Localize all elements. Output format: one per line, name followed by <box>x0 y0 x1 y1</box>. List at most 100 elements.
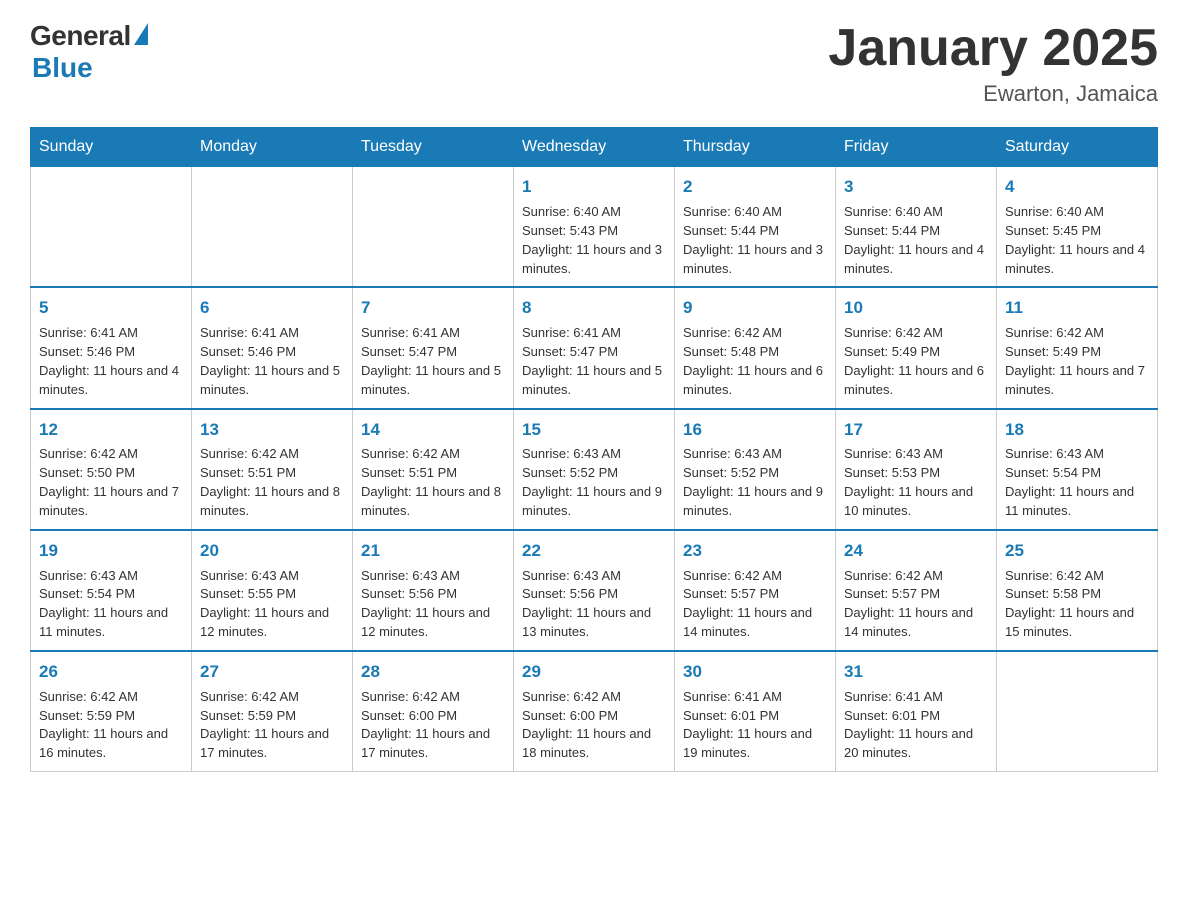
day-info: Sunrise: 6:41 AM Sunset: 5:46 PM Dayligh… <box>200 324 344 399</box>
day-info: Sunrise: 6:43 AM Sunset: 5:52 PM Dayligh… <box>683 445 827 520</box>
day-info: Sunrise: 6:43 AM Sunset: 5:55 PM Dayligh… <box>200 567 344 642</box>
day-info: Sunrise: 6:42 AM Sunset: 5:48 PM Dayligh… <box>683 324 827 399</box>
calendar-cell: 14 Sunrise: 6:42 AM Sunset: 5:51 PM Dayli… <box>353 409 514 530</box>
day-info: Sunrise: 6:43 AM Sunset: 5:52 PM Dayligh… <box>522 445 666 520</box>
logo-general-text: General <box>30 20 131 52</box>
day-info: Sunrise: 6:43 AM Sunset: 5:53 PM Dayligh… <box>844 445 988 520</box>
day-number: 21 <box>361 539 505 563</box>
day-info: Sunrise: 6:41 AM Sunset: 5:47 PM Dayligh… <box>361 324 505 399</box>
day-info: Sunrise: 6:41 AM Sunset: 5:46 PM Dayligh… <box>39 324 183 399</box>
day-number: 9 <box>683 296 827 320</box>
day-info: Sunrise: 6:43 AM Sunset: 5:54 PM Dayligh… <box>39 567 183 642</box>
calendar-cell <box>997 651 1158 772</box>
calendar-header-row: SundayMondayTuesdayWednesdayThursdayFrid… <box>31 128 1158 167</box>
day-info: Sunrise: 6:43 AM Sunset: 5:54 PM Dayligh… <box>1005 445 1149 520</box>
day-info: Sunrise: 6:42 AM Sunset: 5:59 PM Dayligh… <box>200 688 344 763</box>
calendar-cell: 23 Sunrise: 6:42 AM Sunset: 5:57 PM Dayli… <box>675 530 836 651</box>
calendar-cell: 18Sunrise: 6:43 AM Sunset: 5:54 PM Dayli… <box>997 409 1158 530</box>
day-number: 6 <box>200 296 344 320</box>
calendar-cell: 8 Sunrise: 6:41 AM Sunset: 5:47 PM Daylig… <box>514 287 675 408</box>
day-info: Sunrise: 6:41 AM Sunset: 6:01 PM Dayligh… <box>683 688 827 763</box>
calendar-cell: 11Sunrise: 6:42 AM Sunset: 5:49 PM Dayli… <box>997 287 1158 408</box>
calendar-week-row: 1Sunrise: 6:40 AM Sunset: 5:43 PM Daylig… <box>31 167 1158 288</box>
day-info: Sunrise: 6:42 AM Sunset: 5:51 PM Dayligh… <box>200 445 344 520</box>
day-number: 2 <box>683 175 827 199</box>
calendar-cell: 15 Sunrise: 6:43 AM Sunset: 5:52 PM Dayli… <box>514 409 675 530</box>
day-number: 23 <box>683 539 827 563</box>
day-number: 28 <box>361 660 505 684</box>
day-info: Sunrise: 6:41 AM Sunset: 5:47 PM Dayligh… <box>522 324 666 399</box>
calendar-cell: 17Sunrise: 6:43 AM Sunset: 5:53 PM Dayli… <box>836 409 997 530</box>
calendar-cell: 25Sunrise: 6:42 AM Sunset: 5:58 PM Dayli… <box>997 530 1158 651</box>
day-info: Sunrise: 6:42 AM Sunset: 5:57 PM Dayligh… <box>683 567 827 642</box>
logo: General Blue <box>30 20 148 84</box>
header-day-sunday: Sunday <box>31 128 192 167</box>
calendar-cell: 1Sunrise: 6:40 AM Sunset: 5:43 PM Daylig… <box>514 167 675 288</box>
day-info: Sunrise: 6:42 AM Sunset: 5:57 PM Dayligh… <box>844 567 988 642</box>
day-info: Sunrise: 6:41 AM Sunset: 6:01 PM Dayligh… <box>844 688 988 763</box>
calendar-week-row: 26Sunrise: 6:42 AM Sunset: 5:59 PM Dayli… <box>31 651 1158 772</box>
day-number: 3 <box>844 175 988 199</box>
calendar-cell: 2 Sunrise: 6:40 AM Sunset: 5:44 PM Daylig… <box>675 167 836 288</box>
day-info: Sunrise: 6:42 AM Sunset: 5:49 PM Dayligh… <box>1005 324 1149 399</box>
day-number: 12 <box>39 418 183 442</box>
day-number: 22 <box>522 539 666 563</box>
day-number: 14 <box>361 418 505 442</box>
calendar-cell: 27Sunrise: 6:42 AM Sunset: 5:59 PM Dayli… <box>192 651 353 772</box>
day-number: 25 <box>1005 539 1149 563</box>
day-number: 16 <box>683 418 827 442</box>
day-number: 20 <box>200 539 344 563</box>
day-number: 29 <box>522 660 666 684</box>
page-title: January 2025 <box>828 20 1158 77</box>
day-info: Sunrise: 6:42 AM Sunset: 5:49 PM Dayligh… <box>844 324 988 399</box>
day-number: 24 <box>844 539 988 563</box>
day-info: Sunrise: 6:42 AM Sunset: 6:00 PM Dayligh… <box>361 688 505 763</box>
calendar-cell: 29 Sunrise: 6:42 AM Sunset: 6:00 PM Dayli… <box>514 651 675 772</box>
day-info: Sunrise: 6:42 AM Sunset: 5:51 PM Dayligh… <box>361 445 505 520</box>
calendar-week-row: 19 Sunrise: 6:43 AM Sunset: 5:54 PM Dayli… <box>31 530 1158 651</box>
day-number: 7 <box>361 296 505 320</box>
calendar-cell: 20 Sunrise: 6:43 AM Sunset: 5:55 PM Dayli… <box>192 530 353 651</box>
calendar-cell: 31 Sunrise: 6:41 AM Sunset: 6:01 PM Dayli… <box>836 651 997 772</box>
day-info: Sunrise: 6:40 AM Sunset: 5:44 PM Dayligh… <box>683 203 827 278</box>
calendar-cell: 9 Sunrise: 6:42 AM Sunset: 5:48 PM Daylig… <box>675 287 836 408</box>
header-day-wednesday: Wednesday <box>514 128 675 167</box>
logo-blue-text: Blue <box>32 52 93 84</box>
calendar-cell: 6 Sunrise: 6:41 AM Sunset: 5:46 PM Daylig… <box>192 287 353 408</box>
header-day-monday: Monday <box>192 128 353 167</box>
calendar-cell: 10Sunrise: 6:42 AM Sunset: 5:49 PM Dayli… <box>836 287 997 408</box>
calendar-cell: 28 Sunrise: 6:42 AM Sunset: 6:00 PM Dayli… <box>353 651 514 772</box>
title-section: January 2025 Ewarton, Jamaica <box>828 20 1158 107</box>
day-info: Sunrise: 6:42 AM Sunset: 6:00 PM Dayligh… <box>522 688 666 763</box>
calendar-cell: 30 Sunrise: 6:41 AM Sunset: 6:01 PM Dayli… <box>675 651 836 772</box>
header-day-saturday: Saturday <box>997 128 1158 167</box>
day-number: 4 <box>1005 175 1149 199</box>
calendar-cell: 13 Sunrise: 6:42 AM Sunset: 5:51 PM Dayli… <box>192 409 353 530</box>
calendar-week-row: 5Sunrise: 6:41 AM Sunset: 5:46 PM Daylig… <box>31 287 1158 408</box>
day-info: Sunrise: 6:40 AM Sunset: 5:45 PM Dayligh… <box>1005 203 1149 278</box>
day-info: Sunrise: 6:40 AM Sunset: 5:44 PM Dayligh… <box>844 203 988 278</box>
calendar-cell: 22 Sunrise: 6:43 AM Sunset: 5:56 PM Dayli… <box>514 530 675 651</box>
calendar-cell: 26Sunrise: 6:42 AM Sunset: 5:59 PM Dayli… <box>31 651 192 772</box>
calendar-cell <box>192 167 353 288</box>
calendar-cell: 19 Sunrise: 6:43 AM Sunset: 5:54 PM Dayli… <box>31 530 192 651</box>
page-header: General Blue January 2025 Ewarton, Jamai… <box>30 20 1158 107</box>
calendar-cell: 3 Sunrise: 6:40 AM Sunset: 5:44 PM Daylig… <box>836 167 997 288</box>
header-day-friday: Friday <box>836 128 997 167</box>
calendar-cell <box>353 167 514 288</box>
day-number: 31 <box>844 660 988 684</box>
calendar-cell <box>31 167 192 288</box>
calendar-week-row: 12Sunrise: 6:42 AM Sunset: 5:50 PM Dayli… <box>31 409 1158 530</box>
calendar-table: SundayMondayTuesdayWednesdayThursdayFrid… <box>30 127 1158 772</box>
logo-triangle-icon <box>134 23 148 45</box>
day-number: 8 <box>522 296 666 320</box>
calendar-cell: 5Sunrise: 6:41 AM Sunset: 5:46 PM Daylig… <box>31 287 192 408</box>
day-number: 15 <box>522 418 666 442</box>
calendar-cell: 21 Sunrise: 6:43 AM Sunset: 5:56 PM Dayli… <box>353 530 514 651</box>
day-number: 13 <box>200 418 344 442</box>
day-info: Sunrise: 6:43 AM Sunset: 5:56 PM Dayligh… <box>522 567 666 642</box>
day-info: Sunrise: 6:43 AM Sunset: 5:56 PM Dayligh… <box>361 567 505 642</box>
day-number: 30 <box>683 660 827 684</box>
calendar-cell: 7 Sunrise: 6:41 AM Sunset: 5:47 PM Daylig… <box>353 287 514 408</box>
day-number: 19 <box>39 539 183 563</box>
